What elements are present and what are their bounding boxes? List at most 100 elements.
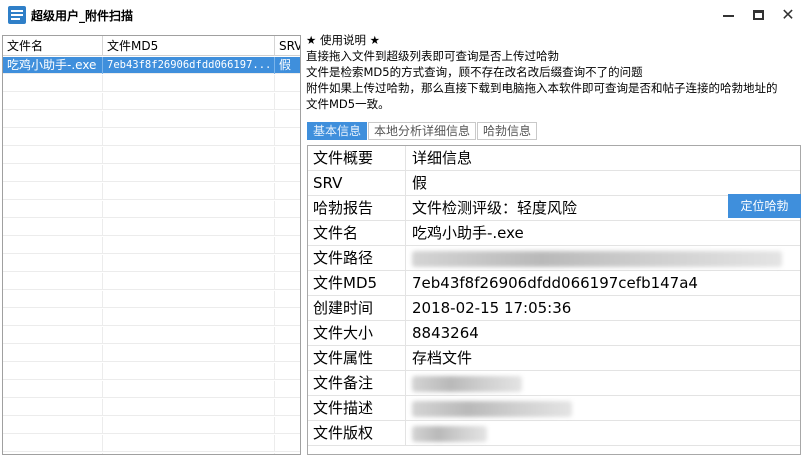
tab-local-analysis[interactable]: 本地分析详细信息 (368, 122, 477, 140)
cell-srv: 假 (275, 57, 300, 74)
detail-value: 存档文件 (412, 349, 473, 367)
empty-cell (3, 183, 103, 200)
file-list-row[interactable]: 吃鸡小助手-.exe 7eb43f8f26906dfdd066197... 假 (3, 57, 300, 74)
detail-key: 文件属性 (308, 346, 406, 371)
empty-cell (275, 273, 300, 290)
detail-row-created: 创建时间 2018-02-15 17:05:36 (308, 296, 800, 321)
tab-habo-info[interactable]: 哈勃信息 (477, 122, 538, 140)
empty-cell (3, 201, 103, 218)
instruction-line: 直接拖入文件到超级列表即可查询是否上传过哈勃 (306, 49, 559, 63)
empty-cell (275, 309, 300, 326)
cell-md5: 7eb43f8f26906dfdd066197... (103, 57, 275, 74)
locate-habo-button[interactable]: 定位哈勃 (728, 194, 801, 218)
maximize-icon (752, 10, 764, 20)
empty-cell (275, 219, 300, 236)
empty-cell (103, 129, 275, 146)
empty-list-row (3, 201, 300, 218)
detail-header-row: 文件概要 详细信息 (308, 146, 800, 171)
empty-list-row (3, 165, 300, 182)
minimize-button[interactable] (712, 0, 744, 30)
detail-row-copyright: 文件版权 (308, 421, 800, 446)
empty-cell (275, 255, 300, 272)
redacted-value (412, 426, 487, 442)
info-tabs: 基本信息 本地分析详细信息 哈勃信息 (307, 122, 538, 141)
empty-list-row (3, 435, 300, 452)
detail-key: 文件名 (308, 221, 406, 246)
empty-cell (103, 435, 275, 452)
file-list-header: 文件名 文件MD5 SRV (3, 36, 300, 56)
empty-cell (103, 147, 275, 164)
empty-cell (103, 417, 275, 434)
empty-list-row (3, 291, 300, 308)
empty-cell (103, 453, 275, 454)
detail-value: 2018-02-15 17:05:36 (412, 299, 572, 317)
empty-cell (103, 399, 275, 416)
empty-cell (3, 165, 103, 182)
empty-list-row (3, 147, 300, 164)
detail-row-filepath: 文件路径 (308, 246, 800, 271)
empty-cell (3, 75, 103, 92)
empty-list-row (3, 237, 300, 254)
empty-list-row (3, 129, 300, 146)
empty-cell (103, 291, 275, 308)
empty-cell (103, 75, 275, 92)
empty-list-row (3, 399, 300, 416)
empty-list-row (3, 219, 300, 236)
detail-key: 创建时间 (308, 296, 406, 321)
minimize-icon (722, 14, 734, 17)
detail-header-value: 详细信息 (412, 149, 473, 167)
detail-value: 假 (412, 174, 428, 192)
close-icon: ✕ (781, 5, 795, 24)
detail-value: 文件检测评级：轻度风险 (412, 199, 578, 217)
empty-cell (103, 273, 275, 290)
empty-cell (275, 93, 300, 110)
empty-cell (103, 183, 275, 200)
empty-list-row (3, 309, 300, 326)
empty-cell (103, 381, 275, 398)
empty-cell (3, 309, 103, 326)
column-header-srv[interactable]: SRV (275, 36, 300, 56)
empty-list-row (3, 417, 300, 434)
empty-cell (3, 93, 103, 110)
empty-cell (103, 165, 275, 182)
detail-key: 哈勃报告 (308, 196, 406, 221)
redacted-value (412, 251, 782, 267)
empty-list-row (3, 273, 300, 290)
empty-cell (275, 129, 300, 146)
detail-value: 7eb43f8f26906dfdd066197cefb147a4 (412, 274, 698, 292)
detail-key: 文件描述 (308, 396, 406, 421)
detail-row-md5: 文件MD5 7eb43f8f26906dfdd066197cefb147a4 (308, 271, 800, 296)
empty-cell (103, 201, 275, 218)
empty-cell (275, 75, 300, 92)
empty-cell (103, 363, 275, 380)
tab-basic-info[interactable]: 基本信息 (307, 122, 368, 140)
column-header-filename[interactable]: 文件名 (3, 36, 103, 56)
empty-cell (3, 129, 103, 146)
empty-cell (103, 93, 275, 110)
empty-cell (3, 417, 103, 434)
empty-cell (3, 291, 103, 308)
title-bar: 超级用户_附件扫描 ✕ (0, 0, 804, 31)
detail-row-comment: 文件备注 (308, 371, 800, 396)
empty-cell (275, 435, 300, 452)
detail-value: 8843264 (412, 324, 479, 342)
detail-key: SRV (308, 171, 406, 196)
empty-cell (103, 237, 275, 254)
column-header-md5[interactable]: 文件MD5 (103, 36, 275, 56)
file-list-table[interactable]: 文件名 文件MD5 SRV 吃鸡小助手-.exe 7eb43f8f26906df… (2, 35, 301, 455)
empty-cell (103, 219, 275, 236)
detail-row-habo-report: 哈勃报告 文件检测评级：轻度风险 (308, 196, 800, 221)
detail-row-attributes: 文件属性 存档文件 (308, 346, 800, 371)
maximize-button[interactable] (742, 0, 774, 30)
close-button[interactable]: ✕ (772, 0, 804, 30)
empty-cell (3, 237, 103, 254)
empty-cell (275, 345, 300, 362)
detail-row-filename: 文件名 吃鸡小助手-.exe (308, 221, 800, 246)
detail-key: 文件版权 (308, 421, 406, 446)
redacted-value (412, 376, 522, 392)
instructions-heading: ★ 使用说明 ★ (306, 33, 380, 47)
empty-list-row (3, 111, 300, 128)
empty-cell (275, 399, 300, 416)
empty-cell (275, 201, 300, 218)
detail-key: 文件大小 (308, 321, 406, 346)
